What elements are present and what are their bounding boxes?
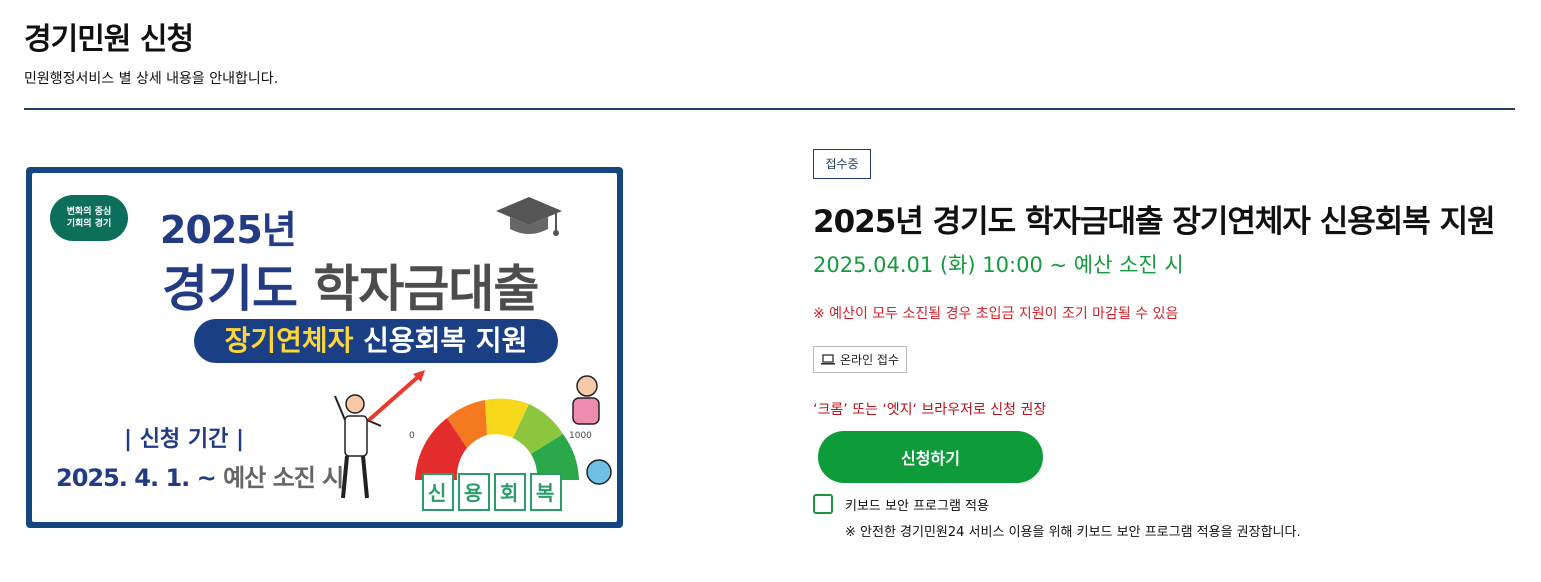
laptop-icon (820, 354, 835, 365)
gauge-tile-2: 용 (464, 481, 482, 505)
keyboard-security-note: ※ 안전한 경기민원24 서비스 이용을 위해 키보드 보안 프로그램 적용을 … (845, 525, 1301, 540)
gauge-tile-4: 복 (536, 481, 554, 505)
page-title: 경기민원 신청 (24, 22, 194, 57)
banner-period-date: 2025. 4. 1. ~ (56, 464, 217, 492)
person-left-icon (334, 394, 382, 499)
credit-gauge-illustration: 0 1000 신 용 회 복 (334, 370, 612, 511)
gyeonggi-slogan-badge: 변화의 중심 기회의 경기 (50, 195, 128, 241)
budget-notice: ※ 예산이 모두 소진될 경우 초입금 지원이 조기 마감될 수 있음 (813, 306, 1179, 322)
banner-year: 2025년 (160, 208, 297, 252)
gauge-tiles: 신 용 회 복 (422, 473, 562, 511)
gauge-min-label: 0 (409, 431, 415, 441)
status-badge: 접수중 (813, 149, 871, 179)
banner-title-loan: 학자금대출 (313, 260, 539, 318)
rising-arrow-icon (367, 370, 425, 422)
gauge-tile-1: 신 (428, 481, 446, 505)
online-reception-tag: 온라인 접수 (813, 346, 907, 373)
service-title: 2025년 경기도 학자금대출 장기연체자 신용회복 지원 (813, 204, 1496, 240)
banner-title: 경기도 학자금대출 (162, 249, 539, 321)
banner-subtitle-pill: 장기연체자 신용회복 지원 (194, 319, 558, 363)
banner-title-region: 경기도 (162, 260, 298, 318)
banner-period-label: | 신청 기간 | (124, 427, 245, 452)
banner-pill-highlight: 장기연체자 (224, 324, 354, 357)
gauge-tile-3: 회 (500, 481, 518, 505)
graduation-cap-icon (496, 197, 562, 236)
badge-line-2: 기회의 경기 (66, 219, 112, 229)
service-banner-image: 변화의 중심 기회의 경기 2025년 경기도 학자금대출 장기연체자 신용회복… (26, 167, 623, 528)
gauge-dial: 0 1000 (409, 398, 592, 480)
browser-recommendation: ‘크롬’ 또는 ‘엣지‘ 브라우저로 신청 권장 (813, 402, 1047, 418)
banner-pill-text: 신용회복 지원 (363, 324, 528, 357)
badge-line-1: 변화의 중심 (66, 207, 112, 217)
keyboard-security-label[interactable]: 키보드 보안 프로그램 적용 (845, 495, 989, 514)
online-reception-label: 온라인 접수 (839, 353, 899, 367)
keyboard-security-checkbox[interactable] (813, 494, 833, 514)
banner-canvas: 변화의 중심 기회의 경기 2025년 경기도 학자금대출 장기연체자 신용회복… (32, 173, 617, 522)
apply-button[interactable]: 신청하기 (818, 431, 1043, 483)
service-period: 2025.04.01 (화) 10:00 ~ 예산 소진 시 (813, 253, 1184, 277)
page-subtitle: 민원행정서비스 별 상세 내용을 안내합니다. (24, 71, 279, 87)
banner-period: 2025. 4. 1. ~ 예산 소진 시 (56, 458, 344, 493)
gauge-max-label: 1000 (569, 431, 592, 441)
header-divider (24, 108, 1515, 110)
person-right-icon (572, 375, 612, 485)
